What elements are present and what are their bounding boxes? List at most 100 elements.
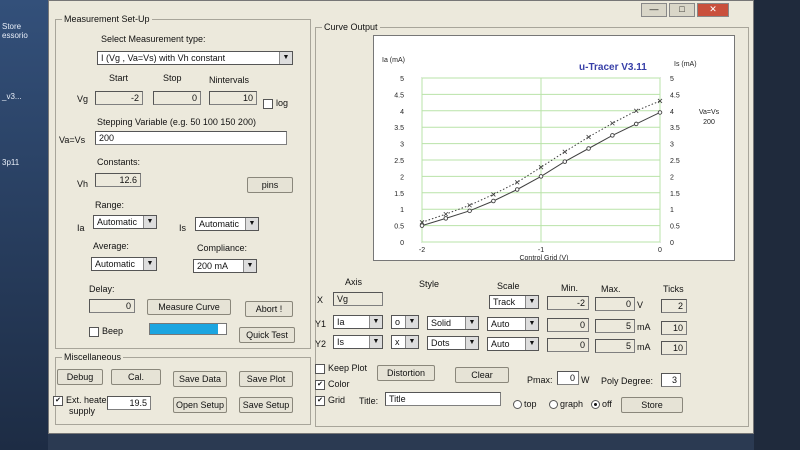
legend-off-radio[interactable]: off: [591, 399, 612, 410]
chevron-down-icon[interactable]: ▼: [143, 258, 156, 270]
y2-ticks-field[interactable]: 10: [661, 341, 687, 355]
abort-button[interactable]: Abort !: [245, 301, 293, 317]
save-setup-button[interactable]: Save Setup: [239, 397, 293, 413]
delay-field[interactable]: 0: [89, 299, 135, 313]
chevron-down-icon[interactable]: ▼: [405, 336, 418, 348]
checkbox-box[interactable]: [315, 363, 325, 374]
poly-degree-field[interactable]: 3: [661, 373, 681, 387]
measure-curve-button[interactable]: Measure Curve: [147, 299, 231, 315]
chevron-down-icon[interactable]: ▼: [245, 218, 258, 230]
vh-field[interactable]: 12.6: [95, 173, 141, 187]
radio-circle[interactable]: [513, 400, 522, 410]
title-input[interactable]: Title: [385, 392, 501, 406]
keep-plot-checkbox[interactable]: Keep Plot: [315, 363, 367, 374]
y2-axis-select[interactable]: Is ▼: [333, 335, 383, 349]
clear-button[interactable]: Clear: [455, 367, 509, 383]
checkbox-box[interactable]: ✔: [315, 379, 325, 390]
radio-circle[interactable]: [549, 400, 558, 410]
y1-max-field[interactable]: 5: [595, 319, 635, 333]
quick-test-button[interactable]: Quick Test: [239, 327, 295, 343]
debug-button[interactable]: Debug: [57, 369, 103, 385]
y-tick-label: 1: [400, 207, 404, 214]
x-scale-select[interactable]: Track ▼: [489, 295, 539, 309]
chevron-down-icon[interactable]: ▼: [525, 296, 538, 308]
chevron-down-icon[interactable]: ▼: [525, 318, 538, 330]
stepping-input[interactable]: 200: [95, 131, 287, 145]
minimize-button[interactable]: —: [641, 3, 667, 17]
checkbox-box[interactable]: ✔: [315, 395, 325, 406]
desktop-label[interactable]: 3p11: [2, 158, 19, 167]
y2-axis-label: Is (mA): [674, 61, 697, 68]
radio-circle[interactable]: [591, 400, 600, 410]
grid-checkbox[interactable]: ✔ Grid: [315, 395, 345, 406]
x-axis-field[interactable]: Vg: [333, 292, 383, 306]
compliance-select[interactable]: 200 mA ▼: [193, 259, 257, 273]
chevron-down-icon[interactable]: ▼: [243, 260, 256, 272]
chevron-down-icon[interactable]: ▼: [525, 338, 538, 350]
open-setup-button[interactable]: Open Setup: [173, 397, 227, 413]
ia-range-select[interactable]: Automatic ▼: [93, 215, 157, 229]
measurement-type-value: I (Vg , Va=Vs) with Vh constant: [101, 53, 226, 63]
y2-marker-select[interactable]: x ▼: [391, 335, 419, 349]
legend-graph-radio[interactable]: graph: [549, 399, 583, 410]
stepping-label: Stepping Variable (e.g. 50 100 150 200): [97, 117, 256, 127]
vg-start-field[interactable]: -2: [95, 91, 143, 105]
vh-label: Vh: [77, 179, 89, 189]
y2-tick-label: 0: [670, 240, 674, 247]
measurement-type-select[interactable]: I (Vg , Va=Vs) with Vh constant ▼: [97, 51, 293, 65]
vg-stop-field[interactable]: 0: [153, 91, 201, 105]
compliance-value: 200 mA: [197, 261, 229, 271]
pins-button[interactable]: pins: [247, 177, 293, 193]
checkbox-box[interactable]: [89, 326, 99, 337]
y-tick-label: 0: [400, 240, 404, 247]
y1-min-field[interactable]: 0: [547, 318, 589, 332]
chevron-down-icon[interactable]: ▼: [369, 316, 382, 328]
y1-scale-select[interactable]: Auto ▼: [487, 317, 539, 331]
log-checkbox[interactable]: log: [263, 98, 288, 109]
y2-min-field[interactable]: 0: [547, 338, 589, 352]
desktop-label[interactable]: _v3...: [2, 92, 22, 101]
y2-scale-value: Auto: [491, 339, 510, 349]
delay-label: Delay:: [89, 284, 115, 294]
chevron-down-icon[interactable]: ▼: [369, 336, 382, 348]
x-min-field[interactable]: -2: [547, 296, 589, 310]
chevron-down-icon[interactable]: ▼: [465, 337, 478, 349]
chevron-down-icon[interactable]: ▼: [279, 52, 292, 64]
pmax-field[interactable]: 0: [557, 371, 579, 385]
cal-button[interactable]: Cal.: [111, 369, 161, 385]
is-range-select[interactable]: Automatic ▼: [195, 217, 259, 231]
legend-off-label: off: [602, 399, 612, 409]
chevron-down-icon[interactable]: ▼: [465, 317, 478, 329]
pmax-label: Pmax:: [527, 375, 553, 385]
y2-max-field[interactable]: 5: [595, 339, 635, 353]
supply-label: supply: [69, 406, 96, 416]
y2-scale-select[interactable]: Auto ▼: [487, 337, 539, 351]
vg-nintervals-field[interactable]: 10: [209, 91, 257, 105]
chevron-down-icon[interactable]: ▼: [143, 216, 156, 228]
x-max-field[interactable]: 0: [595, 297, 635, 311]
y1-axis-select[interactable]: Ia ▼: [333, 315, 383, 329]
ext-heater-checkbox[interactable]: ✔ Ext. heater: [53, 395, 110, 406]
y2-tick-label: 2.5: [670, 158, 680, 165]
y2-line-select[interactable]: Dots ▼: [427, 336, 479, 350]
y1-line-select[interactable]: Solid ▼: [427, 316, 479, 330]
constants-label: Constants:: [97, 157, 141, 167]
close-button[interactable]: ✕: [697, 3, 729, 17]
color-checkbox[interactable]: ✔ Color: [315, 379, 350, 390]
checkbox-box[interactable]: ✔: [53, 395, 63, 406]
y1-marker-select[interactable]: o ▼: [391, 315, 419, 329]
y1-unit: mA: [637, 322, 651, 332]
x-ticks-field[interactable]: 2: [661, 299, 687, 313]
chevron-down-icon[interactable]: ▼: [405, 316, 418, 328]
save-plot-button[interactable]: Save Plot: [239, 371, 293, 387]
ext-heater-field[interactable]: 19.5: [107, 396, 151, 410]
legend-top-radio[interactable]: top: [513, 399, 537, 410]
store-button[interactable]: Store: [621, 397, 683, 413]
distortion-button[interactable]: Distortion: [377, 365, 435, 381]
beep-checkbox[interactable]: Beep: [89, 326, 123, 337]
save-data-button[interactable]: Save Data: [173, 371, 227, 387]
maximize-button[interactable]: □: [669, 3, 695, 17]
average-select[interactable]: Automatic ▼: [91, 257, 157, 271]
checkbox-box[interactable]: [263, 98, 273, 109]
y1-ticks-field[interactable]: 10: [661, 321, 687, 335]
